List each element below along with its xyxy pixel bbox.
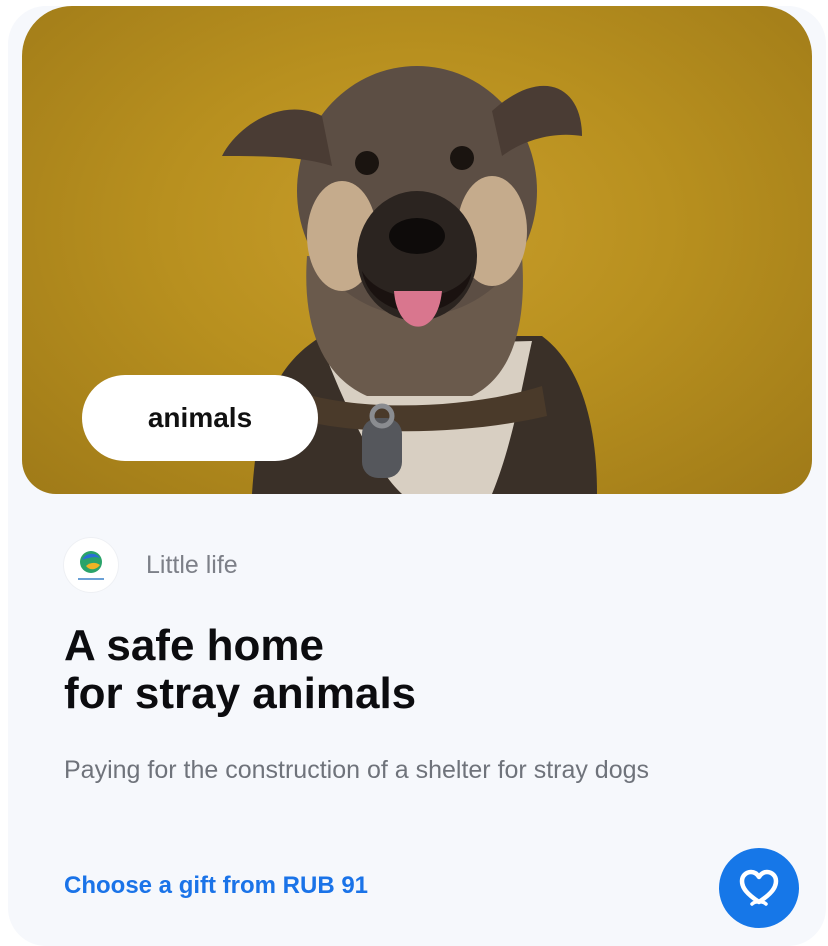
campaign-photo[interactable]: animals [22, 6, 812, 494]
category-chip[interactable]: animals [82, 375, 318, 461]
organization-row[interactable]: Little life [64, 538, 238, 592]
heart-icon [739, 869, 779, 906]
choose-gift-link[interactable]: Choose a gift from RUB 91 [64, 872, 368, 900]
little-life-logo-icon [64, 538, 118, 592]
campaign-description: Paying for the construction of a shelter… [64, 756, 650, 784]
campaign-title: A safe home for stray animals [64, 622, 416, 718]
donate-button[interactable] [719, 848, 799, 928]
organization-name[interactable]: Little life [146, 551, 238, 580]
title-line-2: for stray animals [64, 669, 417, 718]
title-line-1: A safe home [64, 621, 325, 670]
